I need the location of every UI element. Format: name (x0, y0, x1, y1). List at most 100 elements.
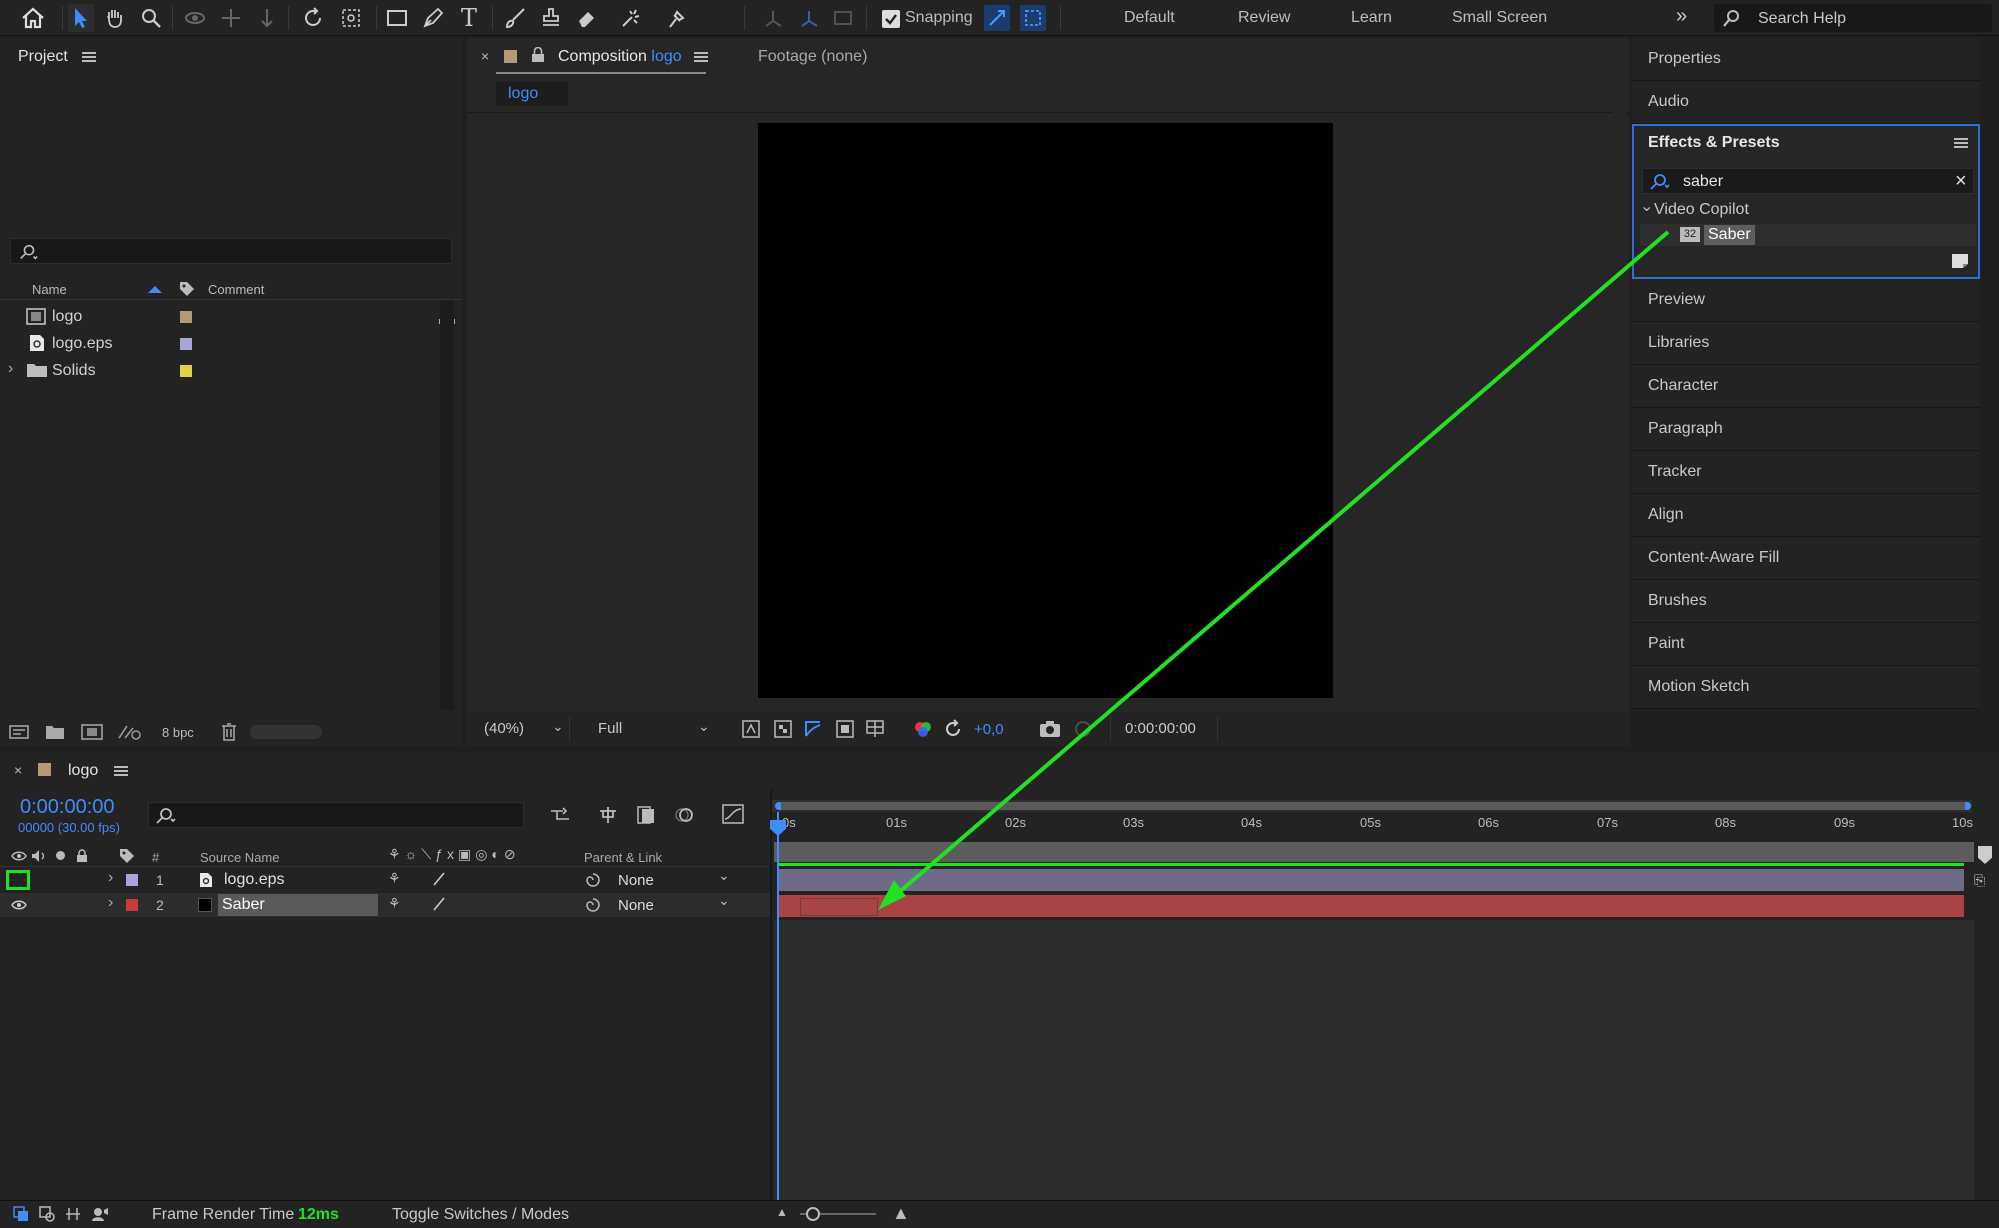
type-tool-icon[interactable]: T (456, 4, 482, 32)
comp-subtab[interactable]: logo (496, 82, 568, 106)
puppet-pin-tool-icon[interactable] (664, 5, 690, 31)
paragraph-panel[interactable]: Paragraph (1632, 408, 1980, 451)
zoom-in-icon[interactable]: ▲ (892, 1203, 910, 1224)
parent-dropdown[interactable]: None ⌄ (612, 892, 738, 916)
label-color-swatch[interactable] (180, 338, 192, 350)
orbit-camera-icon[interactable] (182, 5, 208, 31)
zoom-tool-icon[interactable] (138, 5, 164, 31)
preview-panel[interactable]: Preview (1632, 279, 1980, 322)
expand-arrow-icon[interactable]: › (108, 869, 113, 887)
local-axis-icon[interactable] (760, 5, 786, 31)
selection-tool-icon[interactable] (68, 4, 94, 32)
toggle-switches-modes-button[interactable]: Toggle Switches / Modes (392, 1206, 569, 1224)
pick-whip-icon[interactable] (584, 896, 602, 914)
character-panel[interactable]: Character (1632, 365, 1980, 408)
composition-tab[interactable]: Composition logo (558, 48, 682, 66)
clone-stamp-tool-icon[interactable] (538, 5, 564, 31)
effects-menu-icon[interactable] (1954, 138, 1968, 148)
video-visibility-toggle[interactable] (6, 870, 30, 890)
layer-name[interactable]: logo.eps (224, 871, 285, 889)
project-item-logo[interactable]: logo (0, 303, 440, 330)
label-color-swatch[interactable] (180, 311, 192, 323)
paint-panel[interactable]: Paint (1632, 623, 1980, 666)
render-time-icon[interactable] (90, 1204, 110, 1224)
transparency-grid-icon[interactable] (772, 718, 794, 740)
pen-tool-icon[interactable] (420, 5, 446, 31)
anchor-point-tool-icon[interactable] (338, 5, 364, 31)
close-tab-icon[interactable]: × (14, 762, 22, 778)
project-col-name[interactable]: Name (32, 282, 67, 297)
brushes-panel[interactable]: Brushes (1632, 580, 1980, 623)
clear-search-icon[interactable]: × (1955, 170, 1967, 193)
show-snapshot-icon[interactable] (1072, 718, 1094, 740)
zoom-dropdown[interactable]: (40%) ⌄ (476, 716, 570, 742)
snap-features-icon[interactable] (1020, 5, 1046, 31)
dolly-camera-icon[interactable] (254, 5, 280, 31)
layer-bar-1[interactable] (778, 869, 1964, 891)
new-composition-icon[interactable] (80, 722, 104, 742)
layer-switches-icon[interactable] (12, 1204, 30, 1224)
draft-3d-icon[interactable] (596, 804, 620, 826)
snap-edges-icon[interactable] (984, 5, 1010, 31)
trash-icon[interactable] (218, 722, 240, 742)
snapping-checkbox[interactable] (882, 10, 900, 28)
project-item-logo-eps[interactable]: logo.eps (0, 330, 440, 357)
expand-arrow-icon[interactable]: › (108, 894, 113, 912)
effects-presets-title[interactable]: Effects & Presets (1648, 134, 1780, 152)
pan-camera-icon[interactable] (218, 5, 244, 31)
snapshot-camera-icon[interactable] (1038, 718, 1062, 740)
viewer-scrollbar[interactable] (1612, 112, 1626, 712)
current-time-display[interactable]: 0:00:00:00 (20, 796, 115, 819)
composition-canvas[interactable] (758, 123, 1333, 698)
workspace-default[interactable]: Default (1124, 9, 1175, 27)
layer-row-1[interactable]: › 1 logo.eps ⚘ None ⌄ (0, 867, 770, 892)
libraries-panel[interactable]: Libraries (1632, 322, 1980, 365)
rotation-tool-icon[interactable] (300, 5, 326, 31)
zoom-out-icon[interactable]: ▲ (776, 1205, 788, 1219)
more-workspaces-icon[interactable]: » (1676, 5, 1687, 28)
effects-category-row[interactable]: ⌄ Video Copilot (1640, 198, 1976, 221)
motion-sketch-panel[interactable]: Motion Sketch (1632, 666, 1980, 709)
resolution-dropdown[interactable]: Full ⌄ (590, 716, 716, 742)
hand-tool-icon[interactable] (102, 5, 128, 31)
eraser-tool-icon[interactable] (574, 5, 600, 31)
thumbnail-slider[interactable] (250, 725, 322, 739)
project-search-input[interactable] (10, 238, 452, 264)
new-preset-icon[interactable] (1950, 252, 1970, 270)
align-panel[interactable]: Align (1632, 494, 1980, 537)
mask-visibility-icon[interactable] (802, 718, 824, 740)
properties-panel[interactable]: Properties (1632, 38, 1980, 81)
snapshot-icon[interactable]: ⎘ (1974, 872, 1985, 889)
fast-previews-icon[interactable] (740, 718, 762, 740)
tracker-panel[interactable]: Tracker (1632, 451, 1980, 494)
expand-arrow-icon[interactable]: › (8, 360, 13, 378)
region-of-interest-icon[interactable] (834, 718, 856, 740)
project-panel-title[interactable]: Project (18, 48, 68, 66)
lock-icon[interactable] (530, 46, 546, 64)
layer-name-box[interactable]: Saber (218, 894, 378, 916)
timeline-zoom-slider-handle[interactable] (806, 1207, 820, 1221)
layer-row-2[interactable]: › 2 Saber ⚘ None ⌄ (0, 892, 770, 917)
reset-exposure-icon[interactable] (942, 718, 964, 740)
pick-whip-icon[interactable] (584, 871, 602, 889)
roto-brush-tool-icon[interactable] (618, 5, 644, 31)
graph-editor-icon[interactable] (720, 802, 746, 826)
world-axis-icon[interactable] (796, 5, 822, 31)
playhead-line[interactable] (777, 812, 779, 1200)
transfer-controls-icon[interactable] (38, 1204, 56, 1224)
workspace-review[interactable]: Review (1238, 9, 1290, 27)
composition-flowchart-icon[interactable] (548, 804, 572, 826)
quality-switch-icon[interactable] (432, 897, 446, 911)
view-axis-icon[interactable] (830, 5, 856, 31)
layer-label-swatch[interactable] (126, 899, 138, 911)
eye-visibility-icon[interactable] (10, 898, 28, 912)
viewer-timecode[interactable]: 0:00:00:00 (1110, 716, 1218, 742)
label-tag-icon[interactable] (178, 280, 196, 298)
project-col-comment[interactable]: Comment (208, 282, 264, 297)
project-menu-icon[interactable] (82, 52, 96, 62)
label-color-swatch[interactable] (180, 365, 192, 377)
content-aware-fill-panel[interactable]: Content-Aware Fill (1632, 537, 1980, 580)
timeline-search-input[interactable] (148, 802, 524, 828)
exposure-value[interactable]: +0,0 (974, 721, 1004, 738)
shy-switch-icon[interactable]: ⚘ (388, 895, 401, 912)
